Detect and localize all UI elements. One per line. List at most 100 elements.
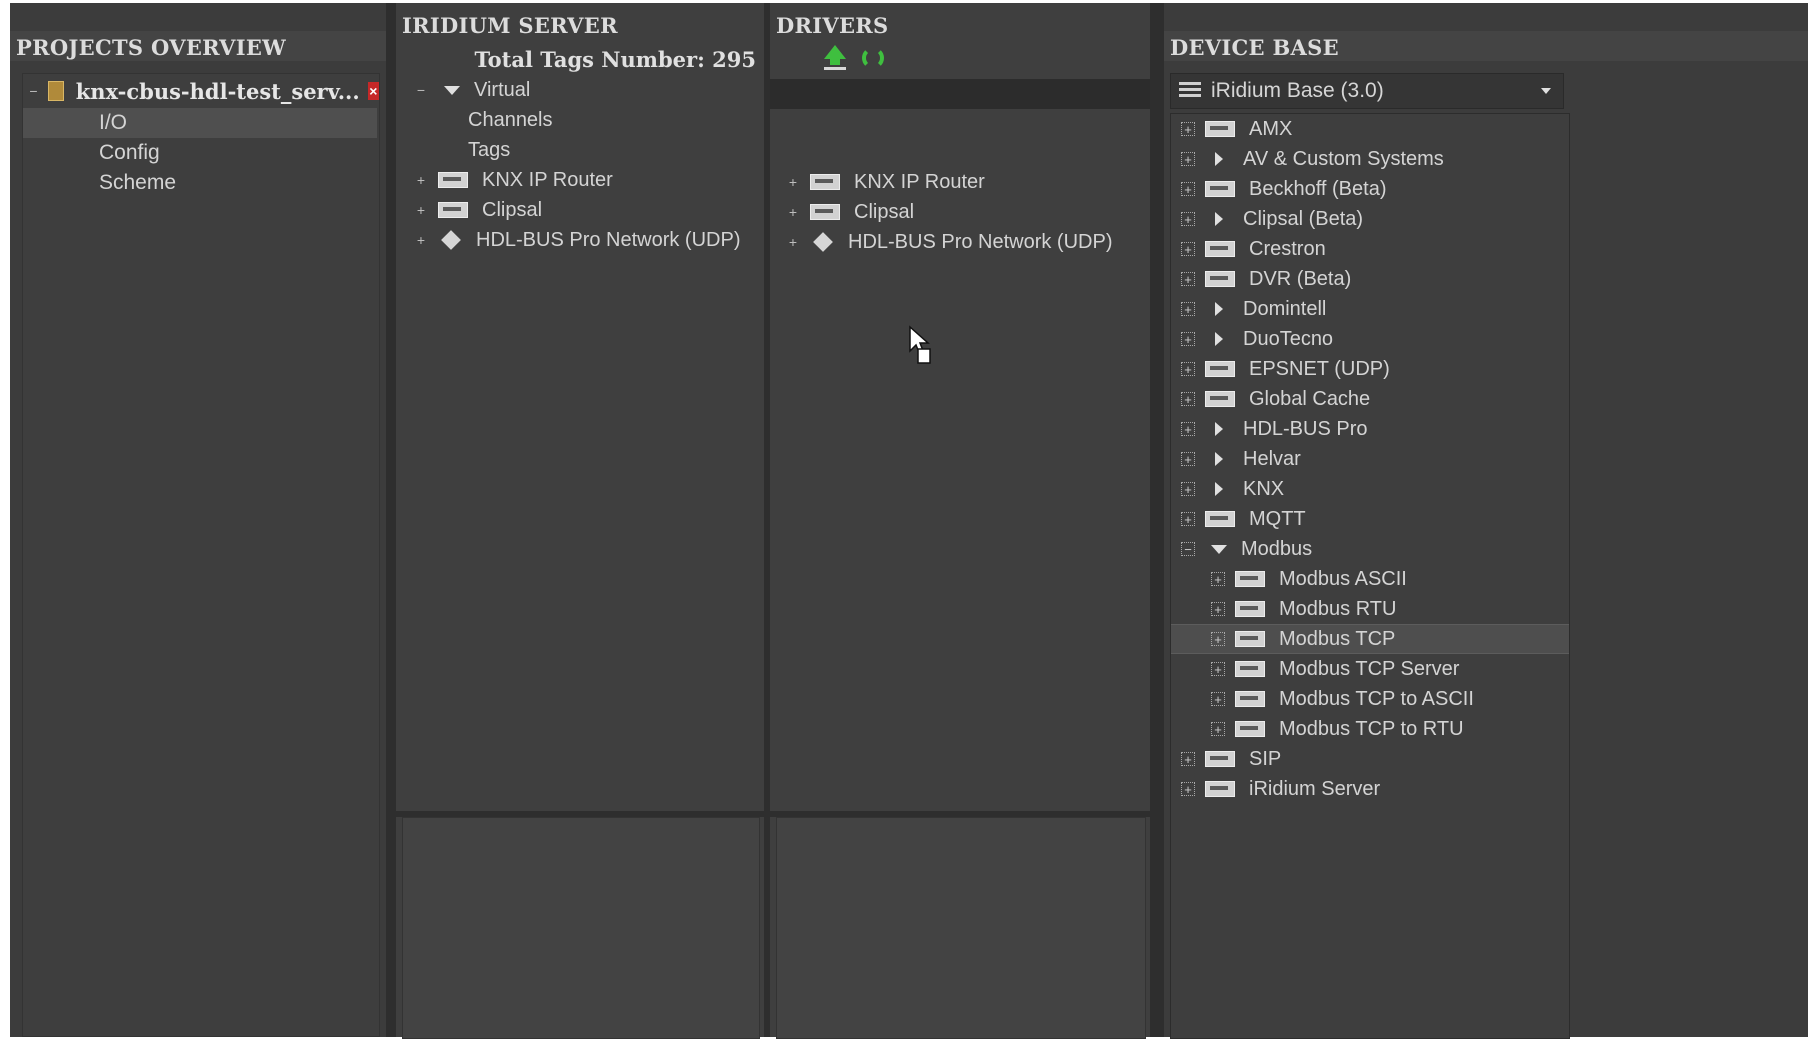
device-base-panel: DEVICE BASE iRidium Base (3.0) + AMX + AV &… [1164,3,1808,1039]
device-icon [1205,361,1235,377]
expand-icon[interactable]: + [1181,482,1195,496]
device-base-item[interactable]: + SIP [1171,744,1569,774]
expand-icon[interactable]: + [414,232,428,248]
device-base-item[interactable]: + AV & Custom Systems [1171,144,1569,174]
mouse-cursor-icon [908,325,934,370]
device-icon [1205,391,1235,407]
device-base-item[interactable]: + HDL-BUS Pro [1171,414,1569,444]
device-icon [1205,751,1235,767]
expand-icon[interactable]: + [1211,632,1225,646]
device-base-label: Crestron [1249,237,1326,260]
expand-icon[interactable]: + [1181,212,1195,226]
server-tree-item[interactable]: Tags [414,135,754,165]
device-base-item[interactable]: + Modbus ASCII [1171,564,1569,594]
server-tree-item[interactable]: + HDL-BUS Pro Network (UDP) [414,225,754,255]
expand-icon[interactable]: + [1211,572,1225,586]
expand-icon[interactable]: + [414,202,428,218]
device-base-item[interactable]: + EPSNET (UDP) [1171,354,1569,384]
expand-icon[interactable]: + [786,174,800,190]
expand-icon[interactable]: + [1211,692,1225,706]
device-base-item[interactable]: + Helvar [1171,444,1569,474]
device-base-item[interactable]: + Modbus TCP Server [1171,654,1569,684]
triangle-right-icon [1215,422,1223,436]
device-base-item[interactable]: + Global Cache [1171,384,1569,414]
driver-item[interactable]: + HDL-BUS Pro Network (UDP) [786,227,1146,257]
device-base-label: Clipsal (Beta) [1243,207,1364,230]
expand-icon[interactable]: + [1211,602,1225,616]
project-item[interactable]: Config [23,138,377,168]
expand-icon[interactable]: + [1181,332,1195,346]
expand-icon[interactable]: + [1181,302,1195,316]
panel-title: IRIDIUM SERVER [402,13,618,38]
device-base-item[interactable]: + Crestron [1171,234,1569,264]
device-base-item[interactable]: + Modbus TCP [1171,624,1569,654]
driver-item[interactable]: + KNX IP Router [786,167,1146,197]
project-item[interactable]: Scheme [23,168,377,198]
device-base-item[interactable]: + Modbus RTU [1171,594,1569,624]
device-base-item[interactable]: + Domintell [1171,294,1569,324]
device-base-item[interactable]: + MQTT [1171,504,1569,534]
device-base-label: SIP [1249,747,1282,770]
device-icon [438,202,468,218]
refresh-icon[interactable] [862,47,884,69]
triangle-right-icon [1215,152,1223,166]
collapse-icon[interactable]: − [414,82,428,98]
panel-title: PROJECTS OVERVIEW [16,35,287,60]
expand-icon[interactable]: + [786,234,800,250]
upload-icon[interactable] [824,45,846,71]
device-base-item[interactable]: + Beckhoff (Beta) [1171,174,1569,204]
expand-icon[interactable]: + [1181,452,1195,466]
driver-properties-pane [776,817,1146,1039]
collapse-icon[interactable]: − [29,83,38,99]
device-base-label: AV & Custom Systems [1243,147,1444,170]
splitter[interactable] [386,3,396,1037]
expand-icon[interactable]: + [1181,422,1195,436]
device-icon [1205,181,1235,197]
device-base-item[interactable]: + KNX [1171,474,1569,504]
expand-icon[interactable]: + [414,172,428,188]
expand-icon[interactable]: + [1181,182,1195,196]
server-tree-label: Channels [468,108,553,131]
expand-icon[interactable]: + [1211,722,1225,736]
expand-icon[interactable]: + [1181,272,1195,286]
project-item-label: I/O [99,111,128,134]
server-tree-item[interactable]: + Clipsal [414,195,754,225]
close-icon[interactable]: × [367,82,379,100]
device-base-item[interactable]: − Modbus [1171,534,1569,564]
project-node[interactable]: − knx-cbus-hdl-test_serv... × [29,74,379,108]
expand-icon[interactable]: + [786,204,800,220]
expand-icon[interactable]: + [1211,662,1225,676]
device-base-item[interactable]: + DVR (Beta) [1171,264,1569,294]
device-base-label: Helvar [1243,447,1301,470]
server-tree-item[interactable]: + KNX IP Router [414,165,754,195]
device-base-select[interactable]: iRidium Base (3.0) [1170,73,1564,109]
triangle-right-icon [1215,452,1223,466]
driver-item[interactable]: + Clipsal [786,197,1146,227]
server-tree-label: KNX IP Router [482,168,613,191]
device-base-item[interactable]: + DuoTecno [1171,324,1569,354]
device-icon [810,204,840,220]
expand-icon[interactable]: + [1181,242,1195,256]
expand-icon[interactable]: + [1181,122,1195,136]
device-base-item[interactable]: + Modbus TCP to RTU [1171,714,1569,744]
device-base-item[interactable]: + Modbus TCP to ASCII [1171,684,1569,714]
device-icon [1235,571,1265,587]
collapse-icon[interactable]: − [1181,542,1195,556]
server-tree-item[interactable]: Channels [414,105,754,135]
expand-icon[interactable]: + [1181,752,1195,766]
device-base-item[interactable]: + Clipsal (Beta) [1171,204,1569,234]
device-base-label: Modbus RTU [1279,597,1397,620]
expand-icon[interactable]: + [1181,512,1195,526]
device-base-item[interactable]: + AMX [1171,114,1569,144]
expand-icon[interactable]: + [1181,392,1195,406]
splitter[interactable] [1150,3,1164,1037]
project-item[interactable]: I/O [23,108,377,138]
server-tree-item[interactable]: − Virtual [414,75,754,105]
device-base-item[interactable]: + iRidium Server [1171,774,1569,804]
expand-icon[interactable]: + [1181,782,1195,796]
expand-icon[interactable]: + [1181,152,1195,166]
server-tree-label: Tags [468,138,511,161]
expand-icon[interactable]: + [1181,362,1195,376]
